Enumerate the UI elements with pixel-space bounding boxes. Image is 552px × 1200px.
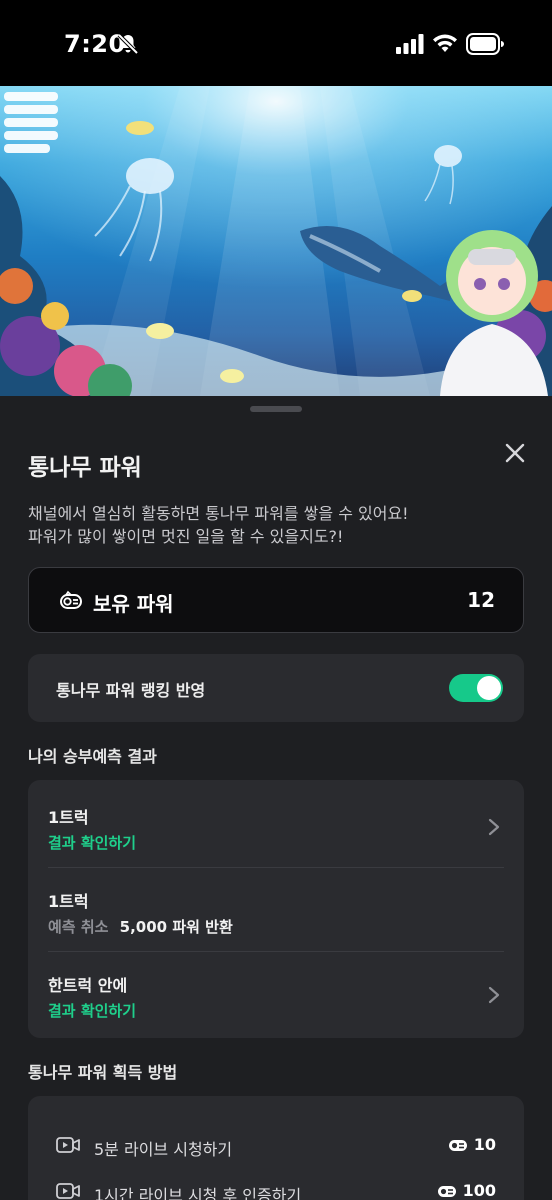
prediction-result-link[interactable]: 결과 확인하기 bbox=[48, 1000, 136, 1021]
ranking-toggle-switch[interactable] bbox=[449, 674, 503, 702]
status-bar: 7:20 bbox=[0, 0, 552, 86]
log-power-icon bbox=[448, 1139, 467, 1151]
earn-method-points: 10 bbox=[448, 1135, 496, 1154]
prediction-name: 1트럭 bbox=[48, 892, 89, 911]
ranking-toggle-card: 통나무 파워 랭킹 반영 bbox=[28, 654, 524, 722]
owned-power-label: 보유 파워 bbox=[93, 592, 174, 616]
earn-method-row: 5분 라이브 시청하기 10 bbox=[56, 1131, 496, 1161]
ranking-toggle-label: 통나무 파워 랭킹 반영 bbox=[56, 681, 206, 700]
toggle-knob bbox=[477, 676, 501, 700]
earn-method-row: 1시간 라이브 시청 후 인증하기 100 bbox=[56, 1177, 496, 1200]
signal-icon bbox=[396, 34, 424, 54]
chat-message bbox=[4, 131, 58, 140]
earn-section-title: 통나무 파워 획득 방법 bbox=[28, 1063, 178, 1082]
underwater-scene-image bbox=[0, 86, 552, 396]
sheet-drag-handle[interactable] bbox=[250, 406, 302, 412]
chevron-right-icon bbox=[488, 818, 500, 836]
prediction-row[interactable]: 1트럭 결과 확인하기 bbox=[48, 784, 504, 868]
earn-methods-card: 5분 라이브 시청하기 10 1시간 라이브 시청 후 인증하기 100 bbox=[28, 1096, 524, 1200]
earn-points-value: 10 bbox=[473, 1135, 496, 1154]
chevron-right-icon bbox=[488, 986, 500, 1004]
wifi-icon bbox=[433, 34, 457, 52]
owned-power-card: 보유 파워 12 bbox=[28, 567, 524, 633]
live-stream-video[interactable] bbox=[0, 86, 552, 396]
predictions-card: 1트럭 결과 확인하기 1트럭 예측 취소 5,000 파워 반환 한트럭 안에… bbox=[28, 780, 524, 1038]
predictions-section-title: 나의 승부예측 결과 bbox=[28, 747, 157, 766]
close-icon[interactable] bbox=[500, 438, 530, 468]
sheet-description: 채널에서 열심히 활동하면 통나무 파워를 쌓을 수 있어요! 파워가 많이 쌓… bbox=[28, 502, 409, 548]
earn-method-label: 1시간 라이브 시청 후 인증하기 bbox=[94, 1186, 302, 1200]
prediction-name: 한트럭 안에 bbox=[48, 976, 128, 995]
prediction-name: 1트럭 bbox=[48, 808, 89, 827]
earn-method-label: 5분 라이브 시청하기 bbox=[94, 1140, 233, 1159]
owned-power-value: 12 bbox=[467, 588, 495, 612]
chat-overlay bbox=[4, 92, 62, 157]
prediction-status-text: 예측 취소 bbox=[48, 918, 109, 936]
earn-method-points: 100 bbox=[437, 1181, 496, 1200]
chat-message bbox=[4, 118, 58, 127]
live-video-icon bbox=[56, 1183, 80, 1199]
description-line: 파워가 많이 쌓이면 멋진 일을 할 수 있을지도?! bbox=[28, 527, 344, 546]
bell-muted-icon bbox=[117, 33, 139, 55]
earn-points-value: 100 bbox=[462, 1181, 496, 1200]
log-power-icon bbox=[437, 1185, 456, 1197]
prediction-result-link[interactable]: 결과 확인하기 bbox=[48, 832, 136, 853]
prediction-row[interactable]: 한트럭 안에 결과 확인하기 bbox=[48, 952, 504, 1036]
live-video-icon bbox=[56, 1137, 80, 1153]
chat-message bbox=[4, 144, 50, 153]
chat-message bbox=[4, 92, 58, 101]
description-line: 채널에서 열심히 활동하면 통나무 파워를 쌓을 수 있어요! bbox=[28, 504, 409, 523]
sheet-title: 통나무 파워 bbox=[28, 455, 142, 481]
power-bottom-sheet: 통나무 파워 채널에서 열심히 활동하면 통나무 파워를 쌓을 수 있어요! 파… bbox=[0, 396, 552, 1200]
prediction-row: 1트럭 예측 취소 5,000 파워 반환 bbox=[48, 868, 504, 952]
prediction-status: 예측 취소 5,000 파워 반환 bbox=[48, 916, 233, 937]
log-power-icon bbox=[60, 590, 82, 609]
battery-icon bbox=[466, 33, 504, 55]
chat-message bbox=[4, 105, 58, 114]
prediction-refund-text: 5,000 파워 반환 bbox=[119, 918, 233, 936]
